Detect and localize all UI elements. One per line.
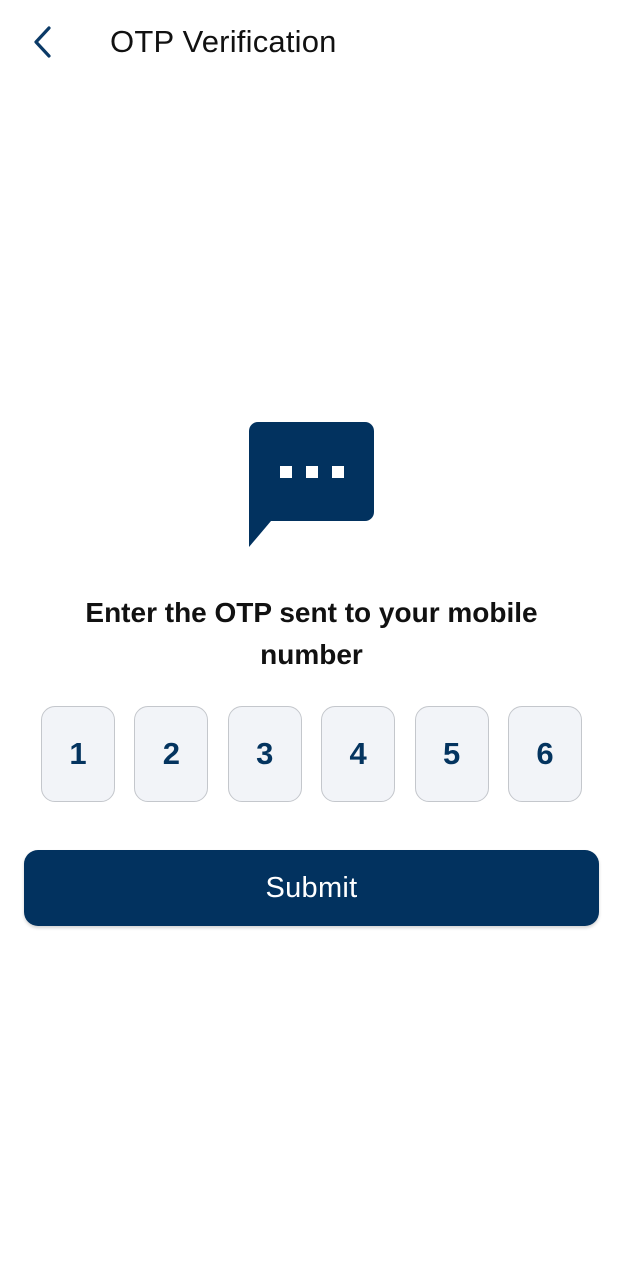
- otp-digit-3[interactable]: 3: [227, 706, 302, 802]
- back-button[interactable]: [20, 18, 66, 66]
- otp-digit-1[interactable]: 1: [41, 706, 115, 802]
- chat-bubble-dots-icon: [249, 422, 374, 547]
- otp-input-group: 1 2 3 4 5 6: [41, 706, 582, 804]
- app-header: OTP Verification: [0, 0, 623, 86]
- otp-digit-2[interactable]: 2: [134, 706, 209, 802]
- chevron-left-icon: [34, 26, 51, 58]
- otp-digit-5[interactable]: 5: [414, 706, 489, 802]
- page-title: OTP Verification: [110, 24, 337, 59]
- otp-instruction: Enter the OTP sent to your mobile number: [85, 597, 538, 670]
- submit-button[interactable]: Submit: [24, 850, 599, 926]
- otp-digit-6[interactable]: 6: [507, 706, 582, 802]
- otp-digit-4[interactable]: 4: [321, 706, 396, 802]
